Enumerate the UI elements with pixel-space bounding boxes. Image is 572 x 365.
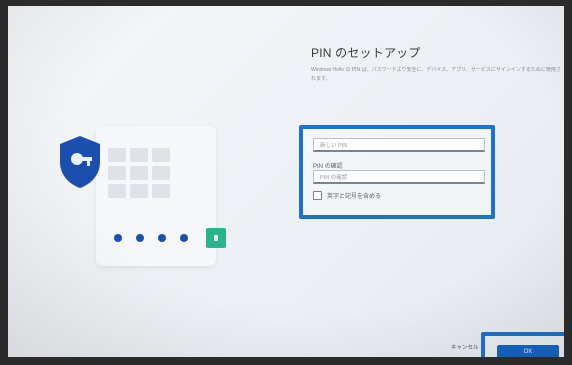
new-pin-input[interactable]: 新しい PIN bbox=[313, 138, 485, 152]
include-letters-option[interactable]: 英字と記号を含める bbox=[313, 191, 381, 200]
setup-screen: PIN のセットアップ Windows Hello の PIN は、パスワードよ… bbox=[8, 6, 564, 357]
keypad-key bbox=[152, 166, 170, 180]
keypad-key bbox=[152, 148, 170, 162]
checkbox-icon[interactable] bbox=[313, 191, 322, 200]
confirm-pin-input[interactable]: PIN の確認 bbox=[313, 170, 485, 184]
pin-illustration bbox=[8, 6, 248, 357]
cancel-button[interactable]: キャンセル bbox=[451, 343, 479, 351]
keypad-key bbox=[108, 184, 126, 198]
keypad-key bbox=[130, 184, 148, 198]
pin-dot bbox=[136, 234, 144, 242]
keypad-key bbox=[152, 184, 170, 198]
pin-dot bbox=[114, 234, 122, 242]
keypad-key bbox=[130, 148, 148, 162]
keypad-card bbox=[96, 126, 216, 266]
page-description: Windows Hello の PIN は、パスワードより安全に、デバイス、アプ… bbox=[311, 67, 561, 82]
new-pin-placeholder: 新しい PIN bbox=[320, 142, 348, 149]
shield-key-icon bbox=[56, 134, 104, 190]
keypad-key bbox=[130, 166, 148, 180]
padlock-icon bbox=[206, 228, 226, 248]
ok-button[interactable]: OK bbox=[497, 345, 559, 357]
keypad-key bbox=[108, 166, 126, 180]
page-title: PIN のセットアップ bbox=[311, 46, 421, 60]
confirm-pin-label: PIN の確認 bbox=[313, 164, 343, 170]
pin-dot bbox=[180, 234, 188, 242]
keypad-grid bbox=[108, 148, 170, 198]
pin-dot bbox=[158, 234, 166, 242]
ok-label: OK bbox=[523, 349, 533, 355]
keypad-key bbox=[108, 148, 126, 162]
pin-dots bbox=[114, 234, 188, 242]
include-letters-label: 英字と記号を含める bbox=[327, 194, 382, 200]
confirm-pin-placeholder: PIN の確認 bbox=[320, 174, 348, 181]
